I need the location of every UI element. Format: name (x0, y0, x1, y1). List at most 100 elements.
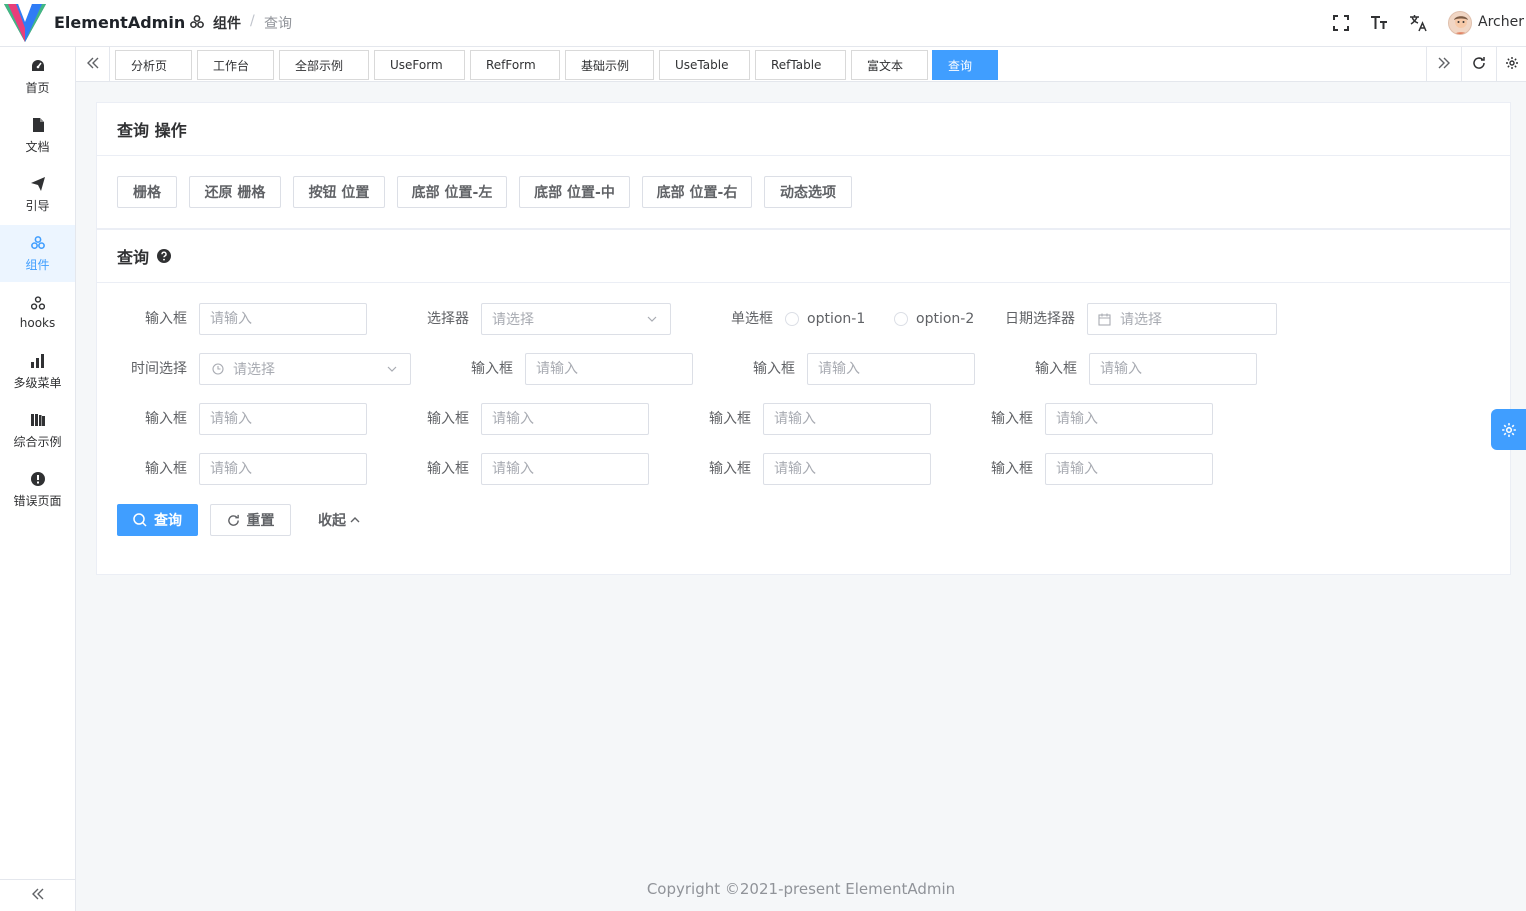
input-field[interactable]: 请输入 (525, 353, 693, 385)
bottom-position-center-button[interactable]: 底部 位置-中 (519, 176, 630, 208)
query-button[interactable]: 查询 (117, 504, 198, 536)
reset-button[interactable]: 重置 (210, 504, 291, 536)
button-position-button[interactable]: 按钮 位置 (293, 176, 385, 208)
dashboard-icon (30, 58, 46, 74)
font-size-icon[interactable] (1370, 14, 1388, 32)
sidebar-item-error-page[interactable]: 错误页面 (0, 461, 75, 518)
input-field[interactable]: 请输入 (1045, 453, 1213, 485)
input-label: 输入框 (145, 461, 187, 477)
fullscreen-icon[interactable] (1332, 14, 1350, 32)
gear-icon (1501, 422, 1517, 438)
translate-icon[interactable] (1409, 14, 1427, 32)
collapse-button[interactable]: 收起 (318, 504, 361, 536)
tag-usetable[interactable]: UseTable (659, 50, 750, 80)
tag-useform[interactable]: UseForm (374, 50, 465, 80)
sidebar-item-label: 文档 (25, 139, 50, 154)
tag-refform[interactable]: RefForm (470, 50, 560, 80)
sidebar-item-multi-menu[interactable]: 多级菜单 (0, 343, 75, 400)
radio-option-label: option-1 (807, 311, 866, 327)
input-field[interactable]: 请输入 (1089, 353, 1257, 385)
sidebar-item-docs[interactable]: 文档 (0, 107, 75, 164)
radio-circle (894, 312, 908, 326)
input-field[interactable]: 请输入 (763, 403, 931, 435)
bottom-position-right-button[interactable]: 底部 位置-右 (642, 176, 752, 208)
refresh-icon (1472, 56, 1486, 74)
tags-settings-button[interactable] (1496, 47, 1526, 82)
select-field[interactable]: 请选择 (481, 303, 671, 335)
tags-scroll-left-button[interactable] (76, 47, 110, 82)
input-field[interactable]: 请输入 (199, 453, 367, 485)
tags-scroll-right-button[interactable] (1426, 47, 1460, 82)
time-select[interactable]: 请选择 (199, 353, 411, 385)
app-title: ElementAdmin (54, 13, 186, 32)
bottom-position-left-button[interactable]: 底部 位置-左 (397, 176, 507, 208)
chart-bar-icon (30, 353, 46, 369)
input-field[interactable]: 请输入 (481, 403, 649, 435)
operations-card: 查询 操作 栅格 还原 栅格 按钮 位置 底部 位置-左 底部 位置-中 底部 … (96, 102, 1511, 229)
tag-analysis[interactable]: 分析页 (115, 50, 192, 80)
settings-drawer-button[interactable] (1491, 409, 1526, 450)
chevron-down-icon (646, 313, 658, 329)
sidebar-item-label: 组件 (25, 257, 50, 272)
input-label: 输入框 (145, 311, 187, 327)
tag-search[interactable]: 查询 (932, 50, 998, 80)
sidebar-item-label: 引导 (25, 198, 50, 213)
document-icon (30, 117, 46, 133)
input-field[interactable]: 请输入 (1045, 403, 1213, 435)
search-icon (133, 513, 147, 527)
refresh-button[interactable] (1461, 47, 1495, 82)
reset-button-label: 重置 (246, 513, 275, 529)
date-picker[interactable]: 请选择 (1087, 303, 1277, 335)
tag-workplace[interactable]: 工作台 (197, 50, 274, 80)
sidebar-item-home[interactable]: 首页 (0, 48, 75, 105)
calendar-icon (1098, 313, 1111, 326)
query-button-label: 查询 (154, 513, 182, 529)
search-card-title: 查询 (117, 248, 150, 267)
input-field[interactable]: 请输入 (199, 403, 367, 435)
restore-grid-button[interactable]: 还原 栅格 (189, 176, 281, 208)
user-name[interactable]: Archer (1478, 14, 1524, 30)
radio-option-2[interactable]: option-2 (894, 303, 974, 335)
date-placeholder: 请选择 (1120, 312, 1162, 328)
sidebar-item-guide[interactable]: 引导 (0, 166, 75, 223)
radio-option-1[interactable]: option-1 (785, 303, 865, 335)
sidebar-item-label: 错误页面 (13, 493, 62, 508)
question-icon[interactable] (157, 249, 172, 263)
radio-label: 单选框 (731, 311, 773, 327)
dynamic-options-button[interactable]: 动态选项 (764, 176, 852, 208)
select-placeholder: 请选择 (492, 312, 534, 328)
component-icon (190, 15, 204, 29)
footer-copyright: Copyright ©2021-present ElementAdmin (646, 880, 956, 898)
breadcrumb-parent[interactable]: 组件 (213, 13, 241, 33)
sidebar-item-examples[interactable]: 综合示例 (0, 402, 75, 459)
tag-reftable[interactable]: RefTable (755, 50, 846, 80)
input-label: 输入框 (471, 361, 513, 377)
grid-button[interactable]: 栅格 (117, 176, 177, 208)
tag-all-examples[interactable]: 全部示例 (279, 50, 369, 80)
double-chevron-left-icon (31, 888, 45, 904)
input-label: 输入框 (145, 411, 187, 427)
time-label: 时间选择 (131, 361, 187, 377)
chevron-up-icon (349, 514, 361, 526)
input-field[interactable]: 请输入 (807, 353, 975, 385)
input-field[interactable]: 请输入 (763, 453, 931, 485)
double-chevron-right-icon (1437, 57, 1451, 73)
operations-card-title: 查询 操作 (97, 103, 1510, 156)
sidebar-item-label: 多级菜单 (13, 375, 62, 390)
sidebar-collapse-button[interactable] (0, 879, 75, 911)
time-placeholder: 请选择 (233, 362, 275, 378)
input-label: 输入框 (709, 461, 751, 477)
tag-rich-text[interactable]: 富文本 (851, 50, 928, 80)
component-icon (30, 235, 46, 251)
radio-circle (785, 312, 799, 326)
tag-basic-example[interactable]: 基础示例 (565, 50, 654, 80)
sidebar-item-hooks[interactable]: hooks (0, 284, 75, 341)
sidebar-item-components[interactable]: 组件 (0, 225, 75, 282)
sidebar-item-label: 综合示例 (13, 434, 62, 449)
input-field[interactable]: 请输入 (481, 453, 649, 485)
avatar[interactable] (1448, 11, 1472, 35)
input-label: 输入框 (991, 411, 1033, 427)
breadcrumb-current: 查询 (264, 16, 292, 32)
input-field[interactable]: 请输入 (199, 303, 367, 335)
input-label: 输入框 (427, 411, 469, 427)
